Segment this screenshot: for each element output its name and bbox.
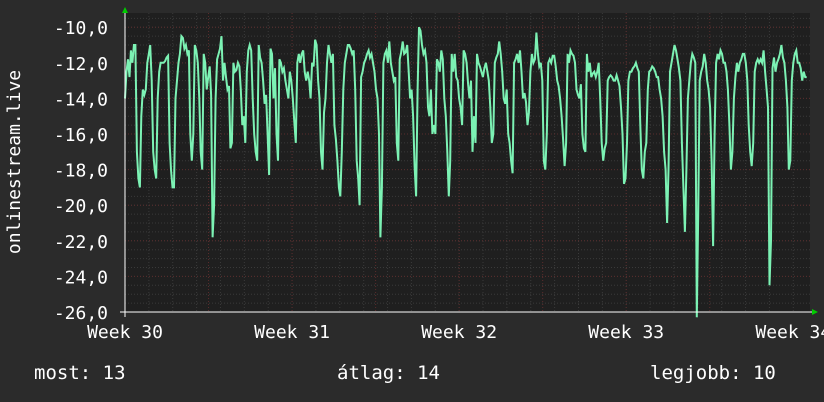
x-axis-arrow	[812, 309, 818, 315]
y-tick-label: -12,0	[54, 54, 108, 75]
y-tick-label: -14,0	[54, 89, 108, 110]
y-axis-arrow	[122, 7, 128, 13]
stat-average: átlag: 14	[337, 362, 440, 384]
y-tick-label: -18,0	[54, 161, 108, 182]
x-tick-label: Week 33	[588, 322, 664, 343]
x-tick-label: Week 34	[755, 322, 824, 343]
line-chart: -10,0 -12,0 -14,0 -16,0 -18,0 -20,0 -22,0 -24,0…	[4, 7, 824, 343]
y-tick-label: -20,0	[54, 196, 108, 217]
y-tick-label: -22,0	[54, 232, 108, 253]
stat-best: legjobb: 10	[650, 362, 776, 384]
x-tick-label: Week 30	[87, 322, 163, 343]
y-axis-label: onlinestream.live	[4, 70, 25, 254]
stat-current: most: 13	[34, 362, 126, 384]
y-tick-label: -24,0	[54, 267, 108, 288]
y-tick-label: -26,0	[54, 303, 108, 324]
y-tick-label: -16,0	[54, 125, 108, 146]
y-tick-label: -10,0	[54, 18, 108, 39]
x-tick-label: Week 32	[421, 322, 497, 343]
x-tick-label: Week 31	[254, 322, 330, 343]
